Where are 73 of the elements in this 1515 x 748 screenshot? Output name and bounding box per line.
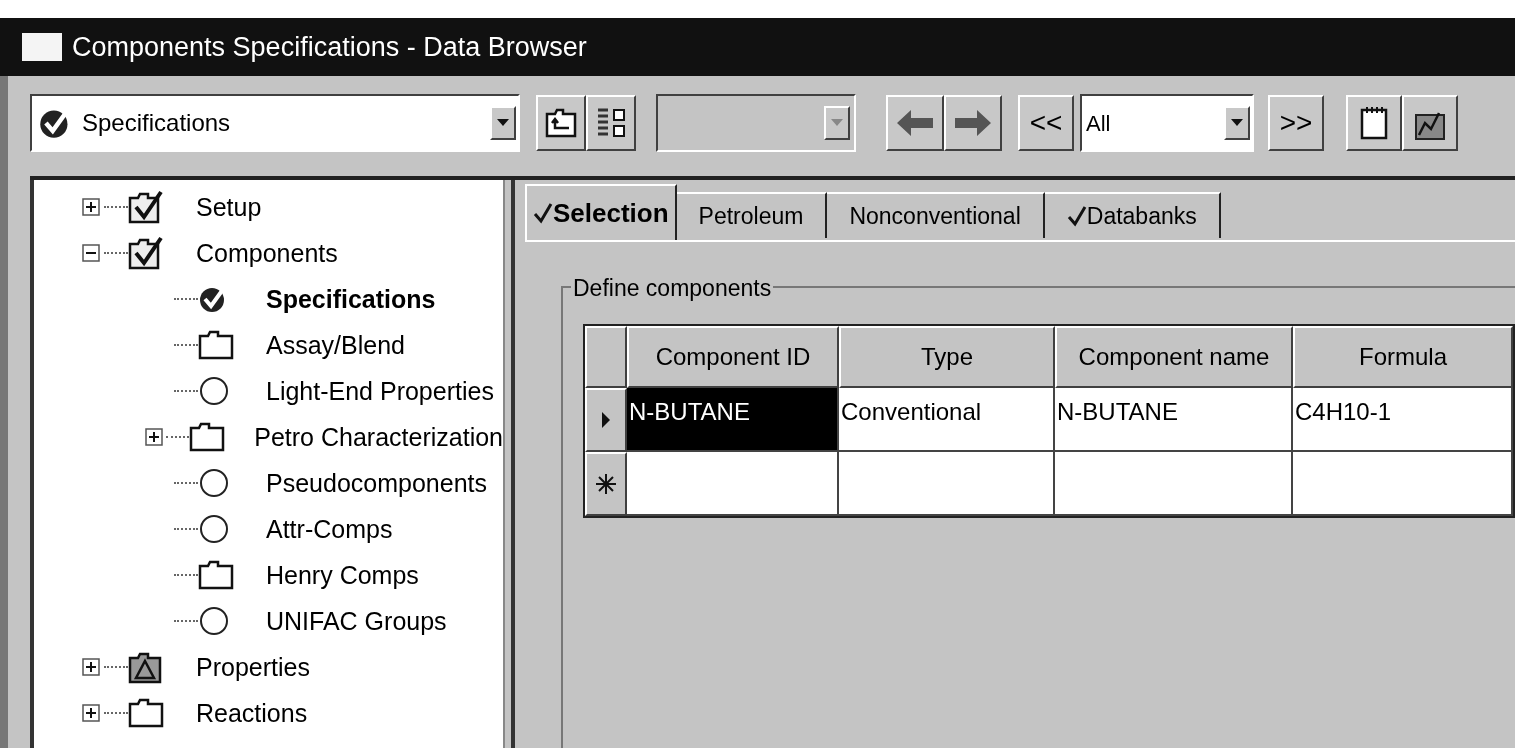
new-row-icon (595, 473, 617, 495)
folder-icon (188, 422, 225, 452)
window-title: Components Specifications - Data Browser (72, 30, 587, 64)
table-cell[interactable] (1055, 452, 1293, 516)
table-cell[interactable] (1293, 452, 1513, 516)
collapse-icon[interactable] (82, 244, 100, 262)
tab[interactable]: Nonconventional (827, 192, 1045, 238)
check-icon (1066, 205, 1087, 227)
folder-icon (128, 698, 164, 728)
tree-item[interactable]: Petro Characterization (254, 424, 503, 450)
select-value: Specifications (82, 108, 232, 138)
forward-button[interactable] (944, 95, 1002, 151)
current-row-icon (600, 410, 612, 430)
expand-icon[interactable] (82, 658, 100, 676)
expand-icon[interactable] (82, 198, 100, 216)
previous-button[interactable]: << (1018, 95, 1074, 151)
notebook-button[interactable] (1346, 95, 1402, 151)
folder-icon (198, 560, 234, 590)
warning-folder-icon (128, 650, 164, 684)
circle-icon (198, 605, 230, 637)
folder-up-button[interactable] (536, 95, 586, 151)
circle-icon (198, 467, 230, 499)
tree-item[interactable]: Properties (196, 654, 310, 680)
select-value: All (1086, 109, 1112, 138)
tree-item[interactable]: Specifications (266, 286, 436, 312)
dropdown-button[interactable] (1224, 106, 1250, 140)
table-cell[interactable]: Conventional (839, 388, 1055, 452)
checked-folder-icon (128, 236, 164, 270)
expand-icon[interactable] (82, 704, 100, 722)
tab[interactable]: Selection (525, 184, 677, 240)
tree-item[interactable]: Light-End Properties (266, 378, 494, 404)
left-arrow-icon (895, 108, 935, 138)
table-cell[interactable]: C4H10-1 (1293, 388, 1513, 452)
notepad-icon (1359, 105, 1389, 141)
row-header[interactable] (585, 452, 627, 516)
caret-icon (497, 119, 509, 127)
tree-item[interactable]: Assay/Blend (266, 332, 405, 358)
caret-icon (831, 119, 843, 127)
dropdown-button[interactable] (490, 106, 516, 140)
tab[interactable]: Databanks (1044, 192, 1221, 238)
table-cell[interactable]: N-BUTANE (1055, 388, 1293, 452)
circle-icon (198, 513, 230, 545)
column-header: Component name (1055, 326, 1293, 388)
check-icon (533, 202, 553, 224)
folder-icon (198, 330, 234, 360)
expand-icon[interactable] (145, 428, 164, 446)
tree-item[interactable]: Setup (196, 194, 262, 220)
right-arrow-icon (953, 108, 993, 138)
window-icon (22, 33, 62, 61)
tree-view-button[interactable] (586, 95, 636, 151)
filter-select[interactable]: All (1080, 94, 1254, 152)
tree-item[interactable]: Reactions (196, 700, 308, 726)
circle-icon (198, 375, 230, 407)
column-header: Formula (1293, 326, 1513, 388)
table-cell[interactable]: N-BUTANE (627, 388, 839, 452)
column-header: Component ID (627, 326, 839, 388)
checked-folder-icon (128, 190, 164, 224)
tree-item[interactable]: Pseudocomponents (266, 470, 487, 496)
next-button[interactable]: >> (1268, 95, 1324, 151)
table-cell[interactable] (839, 452, 1055, 516)
form-select[interactable]: Specifications (30, 94, 520, 152)
column-header: Type (839, 326, 1055, 388)
folder-up-icon (545, 108, 577, 138)
caret-icon (1231, 119, 1243, 127)
row-header[interactable] (585, 388, 627, 452)
tree-item[interactable]: UNIFAC Groups (266, 608, 447, 634)
tree-item[interactable]: Attr-Comps (266, 516, 393, 542)
tab[interactable]: Petroleum (676, 192, 828, 238)
back-button[interactable] (886, 95, 944, 151)
table-cell[interactable] (627, 452, 839, 516)
tree-item[interactable]: Henry Comps (266, 562, 419, 588)
chart-button[interactable] (1402, 95, 1458, 151)
tree-item[interactable]: Components (196, 240, 338, 266)
